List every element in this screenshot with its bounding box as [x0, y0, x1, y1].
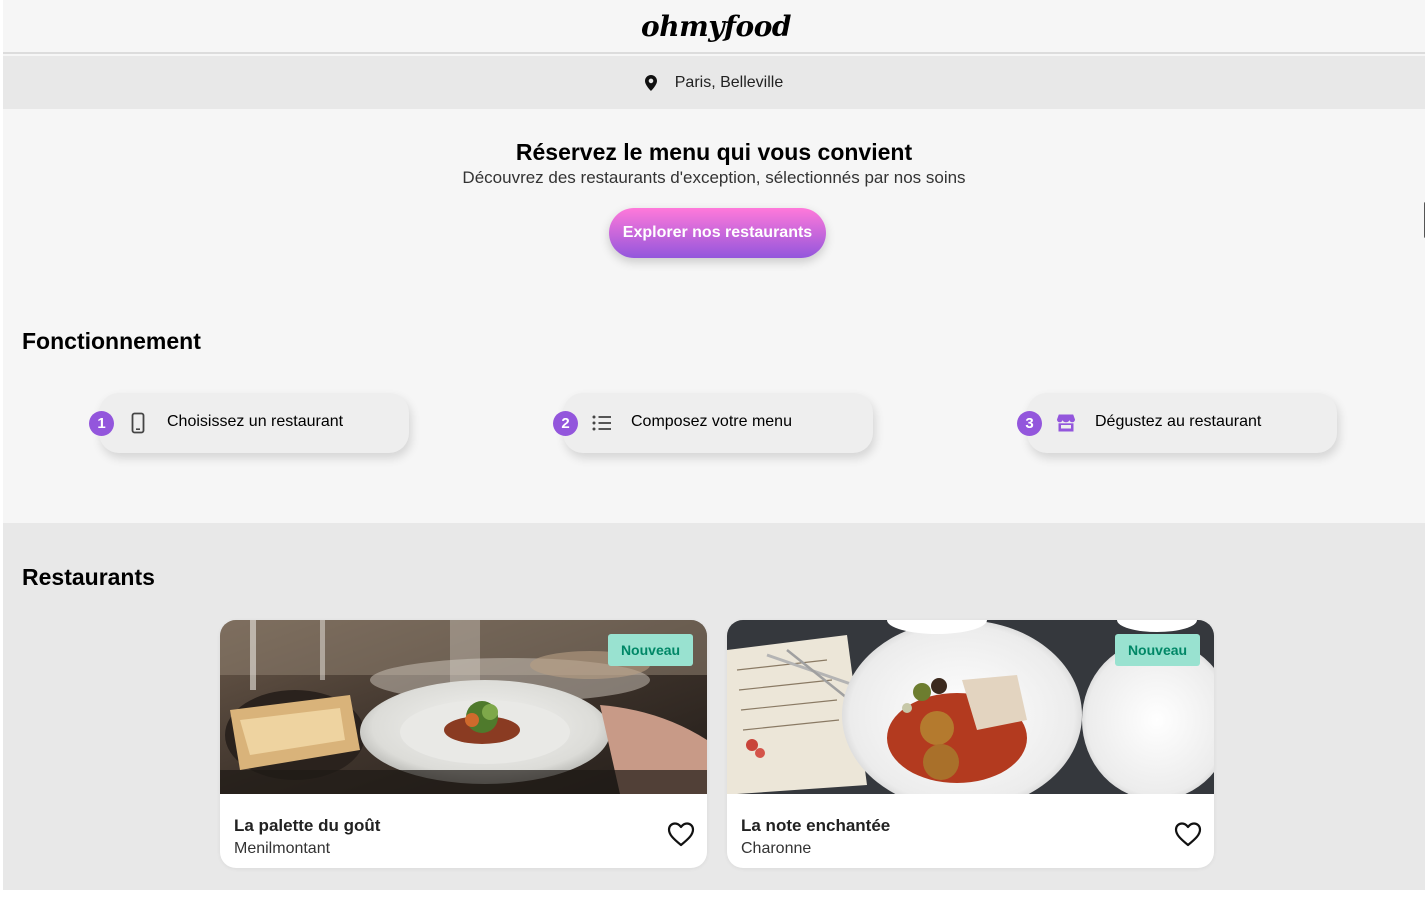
hero-subtitle: Découvrez des restaurants d'exception, s… — [462, 168, 966, 187]
restaurant-name: La note enchantée — [741, 816, 891, 835]
list-icon — [592, 415, 611, 431]
restaurant-card[interactable]: Nouveau La note enchantée Charonne — [727, 620, 1214, 868]
step-label: Choisissez un restaurant — [167, 413, 344, 430]
location-bar[interactable]: Paris, Belleville — [3, 56, 1425, 109]
step-1-card: 1 Choisissez un restaurant — [89, 393, 409, 453]
how-it-works-section: Fonctionnement 1 Choisissez un restauran… — [3, 287, 1425, 523]
heart-icon[interactable] — [667, 821, 695, 847]
location-text: Paris, Belleville — [674, 73, 784, 91]
restaurants-section: Restaurants Nouveau La palette du goût M… — [3, 523, 1425, 890]
step-3-card: 3 Dégustez au restaurant — [1017, 393, 1337, 453]
step-number-badge: 3 — [1017, 411, 1042, 436]
phone-icon — [131, 412, 145, 434]
hero-section: Réservez le menu qui vous convient Décou… — [3, 109, 1425, 287]
explore-restaurants-button[interactable]: Explorer nos restaurants — [609, 208, 826, 258]
step-2-card: 2 Composez votre menu — [553, 393, 873, 453]
how-it-works-title: Fonctionnement — [22, 328, 201, 354]
new-badge: Nouveau — [608, 634, 693, 666]
restaurants-title: Restaurants — [22, 564, 155, 590]
restaurant-area: Menilmontant — [234, 840, 331, 857]
step-label: Dégustez au restaurant — [1095, 413, 1262, 430]
map-pin-icon — [644, 74, 657, 91]
hero-title: Réservez le menu qui vous convient — [515, 139, 913, 165]
restaurant-card[interactable]: Nouveau La palette du goût Menilmontant — [220, 620, 707, 868]
page: ohmyfood Paris, Belleville Réservez le m… — [3, 0, 1425, 890]
step-number-badge: 1 — [89, 411, 114, 436]
step-label: Composez votre menu — [631, 413, 792, 430]
step-number-badge: 2 — [553, 411, 578, 436]
restaurant-area: Charonne — [741, 840, 812, 857]
site-header: ohmyfood — [3, 0, 1425, 54]
restaurant-name: La palette du goût — [234, 816, 381, 835]
new-badge: Nouveau — [1115, 634, 1200, 666]
logo[interactable]: ohmyfood — [641, 10, 791, 43]
heart-icon[interactable] — [1174, 821, 1202, 847]
store-icon — [1057, 414, 1075, 432]
